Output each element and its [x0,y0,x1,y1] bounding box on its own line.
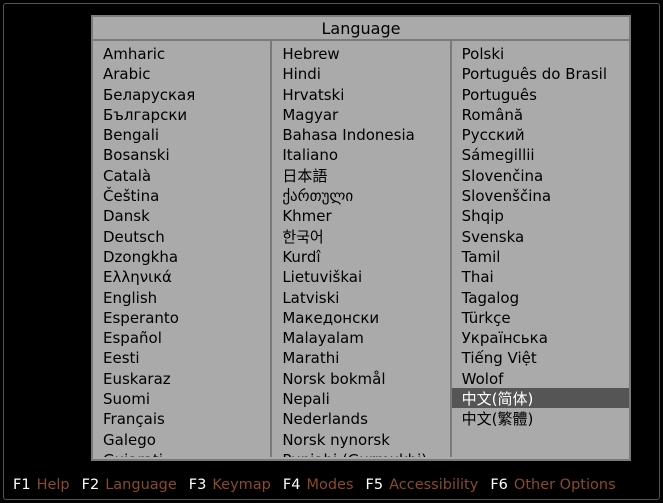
footer-key-code: F4 [283,477,301,493]
language-option[interactable]: Ελληνικά [93,266,270,286]
language-option[interactable]: Shqip [452,205,629,225]
footer-key-f6[interactable]: F6 Other Options [490,477,615,493]
language-option[interactable]: Esperanto [93,307,270,327]
language-option[interactable]: Galego [93,429,270,449]
footer-key-f4[interactable]: F4 Modes [283,477,354,493]
language-option[interactable]: Latviski [272,287,449,307]
language-option[interactable]: ქართული [272,185,449,205]
language-option[interactable]: Bahasa Indonesia [272,124,449,144]
language-option[interactable]: Português do Brasil [452,63,629,83]
footer-key-code: F1 [13,477,31,493]
language-option[interactable]: Українська [452,327,629,347]
language-option[interactable]: Bengali [93,124,270,144]
footer-key-f5[interactable]: F5 Accessibility [366,477,479,493]
language-option[interactable]: Arabic [93,63,270,83]
language-option[interactable]: Português [452,84,629,104]
language-option[interactable]: Slovenčina [452,165,629,185]
language-option[interactable]: Català [93,165,270,185]
language-option[interactable]: Русский [452,124,629,144]
language-option[interactable]: Khmer [272,205,449,225]
language-option[interactable]: Hrvatski [272,84,449,104]
language-option[interactable]: Italiano [272,144,449,164]
language-option[interactable]: Sámegillii [452,144,629,164]
language-option[interactable]: Svenska [452,226,629,246]
footer-key-f1[interactable]: F1 Help [13,477,70,493]
language-option[interactable]: Slovenščina [452,185,629,205]
language-option[interactable]: Norsk nynorsk [272,429,449,449]
language-option[interactable]: Hindi [272,63,449,83]
language-option[interactable]: Malayalam [272,327,449,347]
language-option[interactable]: Thai [452,266,629,286]
footer-key-code: F3 [189,477,207,493]
footer-key-label: Language [105,477,177,493]
language-option[interactable]: Dzongkha [93,246,270,266]
language-column-2: HebrewHindiHrvatskiMagyarBahasa Indonesi… [272,41,451,457]
footer-key-label: Help [37,477,70,493]
footer-key-code: F5 [366,477,384,493]
language-option[interactable]: Wolof [452,368,629,388]
language-option[interactable]: Türkçe [452,307,629,327]
language-option[interactable]: Tiếng Việt [452,347,629,367]
language-option[interactable]: Français [93,408,270,428]
language-option[interactable]: Nepali [272,388,449,408]
language-option[interactable]: Norsk bokmål [272,368,449,388]
footer-key-code: F2 [82,477,100,493]
language-option[interactable]: 한국어 [272,226,449,246]
language-option[interactable]: Čeština [93,185,270,205]
language-option[interactable]: Gujarati [93,449,270,457]
language-option[interactable]: Hebrew [272,43,449,63]
language-option[interactable]: Bosanski [93,144,270,164]
language-option[interactable]: Македонски [272,307,449,327]
language-option[interactable]: Euskaraz [93,368,270,388]
language-option[interactable]: Deutsch [93,226,270,246]
language-option[interactable]: Eesti [93,347,270,367]
language-column-3: PolskiPortuguês do BrasilPortuguêsRomână… [452,41,629,457]
footer-key-label: Accessibility [389,477,478,493]
language-option[interactable]: 中文(简体) [452,388,629,408]
language-option[interactable]: Magyar [272,104,449,124]
language-option[interactable]: Español [93,327,270,347]
language-option[interactable]: Amharic [93,43,270,63]
footer-key-label: Keymap [212,477,271,493]
language-columns: AmharicArabicБеларускаяБългарскиBengaliB… [93,41,629,457]
footer-key-code: F6 [490,477,508,493]
language-option[interactable]: Dansk [93,205,270,225]
footer-key-label: Modes [306,477,353,493]
language-option[interactable]: Marathi [272,347,449,367]
footer-key-f3[interactable]: F3 Keymap [189,477,271,493]
language-panel: Language AmharicArabicБеларускаяБългарск… [91,15,631,461]
language-option[interactable]: Беларуская [93,84,270,104]
language-option[interactable]: Kurdî [272,246,449,266]
language-option[interactable]: 日本語 [272,165,449,185]
language-option[interactable]: Polski [452,43,629,63]
footer-bar: F1 Help F2 Language F3 Keymap F4 Modes F5 Accessi… [13,475,663,495]
language-option[interactable]: 中文(繁體) [452,408,629,428]
language-option[interactable]: Română [452,104,629,124]
footer-key-f2[interactable]: F2 Language [82,477,177,493]
language-option[interactable]: Nederlands [272,408,449,428]
language-option[interactable]: Tamil [452,246,629,266]
language-option[interactable]: English [93,287,270,307]
language-option[interactable]: Punjabi (Gurmukhi) [272,449,449,457]
footer-key-label: Other Options [514,477,616,493]
language-option[interactable]: Български [93,104,270,124]
panel-title: Language [93,17,629,41]
language-option[interactable]: Tagalog [452,287,629,307]
language-option[interactable]: Lietuviškai [272,266,449,286]
language-column-1: AmharicArabicБеларускаяБългарскиBengaliB… [93,41,272,457]
language-option[interactable]: Suomi [93,388,270,408]
